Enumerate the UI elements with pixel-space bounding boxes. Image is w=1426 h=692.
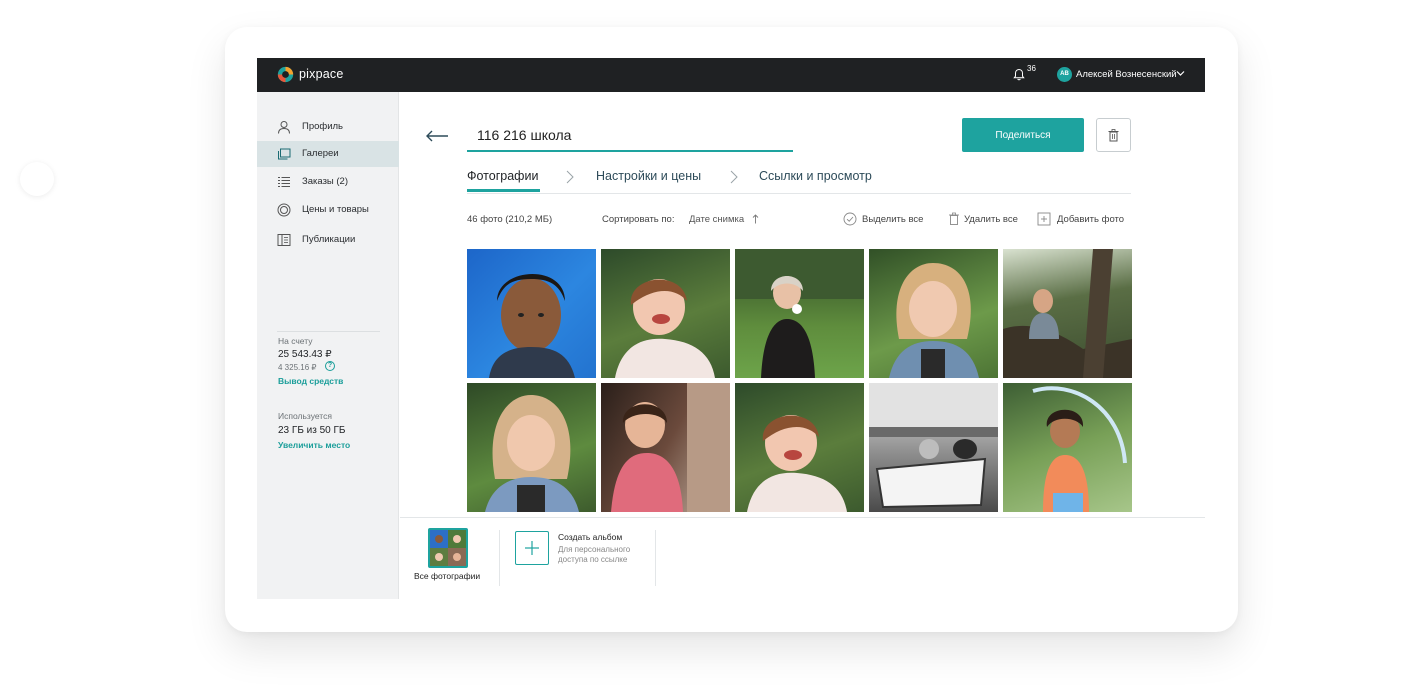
photo-image [489, 273, 575, 378]
photo-image [869, 383, 998, 509]
sort-label: Сортировать по: [602, 214, 675, 225]
bell-icon[interactable] [1013, 68, 1025, 81]
tab-photos[interactable]: Фотографии [467, 169, 538, 183]
user-name[interactable]: Алексей Вознесенский [1076, 69, 1177, 80]
photo-thumbnail[interactable] [735, 249, 864, 378]
all-photos-label[interactable]: Все фотографии [414, 571, 480, 581]
photo-thumbnail[interactable] [1003, 383, 1132, 512]
sidebar-item-galleries[interactable]: Галереи [257, 141, 399, 167]
photo-thumbnail[interactable] [467, 383, 596, 512]
create-album-button[interactable] [515, 531, 549, 565]
sort-arrow-up-icon[interactable] [752, 214, 759, 224]
chevron-down-icon[interactable] [1176, 70, 1185, 77]
gallery-icon [278, 148, 291, 160]
trash-icon[interactable] [947, 212, 961, 226]
increase-storage-link[interactable]: Увеличить место [278, 440, 350, 450]
sidebar-item-prices[interactable]: Цены и товары [257, 197, 399, 223]
sort-dropdown[interactable]: Дате снимка [689, 214, 744, 225]
balance-amount: 25 543.43 ₽ [278, 349, 332, 360]
gallery-title-input[interactable] [467, 120, 793, 152]
sidebar-item-label: Заказы (2) [302, 176, 348, 187]
pixpace-logo-icon[interactable] [277, 66, 294, 83]
sidebar-item-label: Цены и товары [302, 204, 369, 215]
top-bar: pixpace 36 АВ Алексей Вознесенский [257, 58, 1205, 92]
back-arrow-icon[interactable] [425, 130, 449, 142]
photo-thumbnail[interactable] [869, 383, 998, 512]
photo-thumbnail[interactable] [467, 249, 596, 378]
delete-gallery-button[interactable] [1096, 118, 1131, 152]
withdraw-link[interactable]: Вывод средств [278, 376, 343, 386]
help-icon[interactable]: ? [325, 361, 335, 371]
brand-name[interactable]: pixpace [299, 67, 344, 81]
storage-label: Используется [278, 411, 332, 421]
albums-bar: Все фотографии Создать альбом Для персон… [400, 517, 1205, 599]
active-tab-indicator [467, 189, 540, 192]
photo-image [611, 383, 730, 512]
create-album-title[interactable]: Создать альбом [558, 532, 622, 542]
photo-thumbnail[interactable] [869, 249, 998, 378]
albums-divider [499, 530, 500, 586]
sidebar-divider [277, 331, 380, 332]
sidebar-item-profile[interactable]: Профиль [257, 114, 399, 140]
photo-image [485, 395, 579, 512]
add-square-icon[interactable] [1037, 212, 1051, 226]
sidebar-item-label: Профиль [302, 121, 344, 132]
select-all-button[interactable]: Выделить все [862, 214, 923, 225]
albums-divider [655, 530, 656, 586]
photo-thumbnail[interactable] [735, 383, 864, 512]
user-icon [278, 121, 290, 134]
trash-icon [1108, 129, 1119, 142]
decorative-circle [20, 162, 54, 196]
book-icon [277, 234, 291, 246]
sidebar-item-orders[interactable]: Заказы (2) [257, 169, 399, 195]
add-photo-button[interactable]: Добавить фото [1057, 214, 1124, 225]
tab-settings-prices[interactable]: Настройки и цены [596, 169, 701, 183]
storage-value: 23 ГБ из 50 ГБ [278, 425, 346, 436]
delete-all-button[interactable]: Удалить все [964, 214, 1018, 225]
check-circle-icon[interactable] [843, 212, 857, 226]
balance-sub-amount: 4 325.16 ₽ [278, 363, 317, 372]
create-album-description: Для персонального доступа по ссылке [558, 545, 631, 564]
chevron-right-icon [730, 170, 738, 184]
photo-image [1032, 386, 1127, 512]
photo-grid [467, 249, 1132, 517]
sidebar-item-label: Галереи [302, 148, 339, 159]
photo-image [615, 279, 715, 378]
tabs-divider [467, 193, 1131, 194]
album-cover-image [430, 530, 466, 566]
photo-image [889, 263, 979, 378]
list-icon [278, 177, 290, 187]
balance-label: На счету [278, 336, 313, 346]
share-button[interactable]: Поделиться [962, 118, 1084, 152]
plus-icon [525, 541, 539, 555]
all-photos-album[interactable] [428, 528, 468, 568]
sidebar-item-publications[interactable]: Публикации [257, 227, 399, 253]
photo-image [735, 249, 864, 378]
photo-count: 46 фото (210,2 МБ) [467, 214, 553, 225]
sidebar-item-label: Публикации [302, 234, 356, 245]
sidebar: Профиль Галереи Заказы (2) Цены и товары [257, 92, 399, 599]
rings-icon [277, 203, 291, 217]
avatar[interactable]: АВ [1057, 67, 1072, 82]
photo-image [747, 415, 847, 512]
chevron-right-icon [566, 170, 574, 184]
photo-thumbnail[interactable] [601, 383, 730, 512]
app-screen: pixpace 36 АВ Алексей Вознесенский Профи… [257, 58, 1205, 599]
photo-thumbnail[interactable] [1003, 249, 1132, 378]
tab-links-preview[interactable]: Ссылки и просмотр [759, 169, 872, 183]
photo-thumbnail[interactable] [601, 249, 730, 378]
photo-image [1003, 249, 1132, 378]
notifications-count: 36 [1027, 64, 1036, 73]
